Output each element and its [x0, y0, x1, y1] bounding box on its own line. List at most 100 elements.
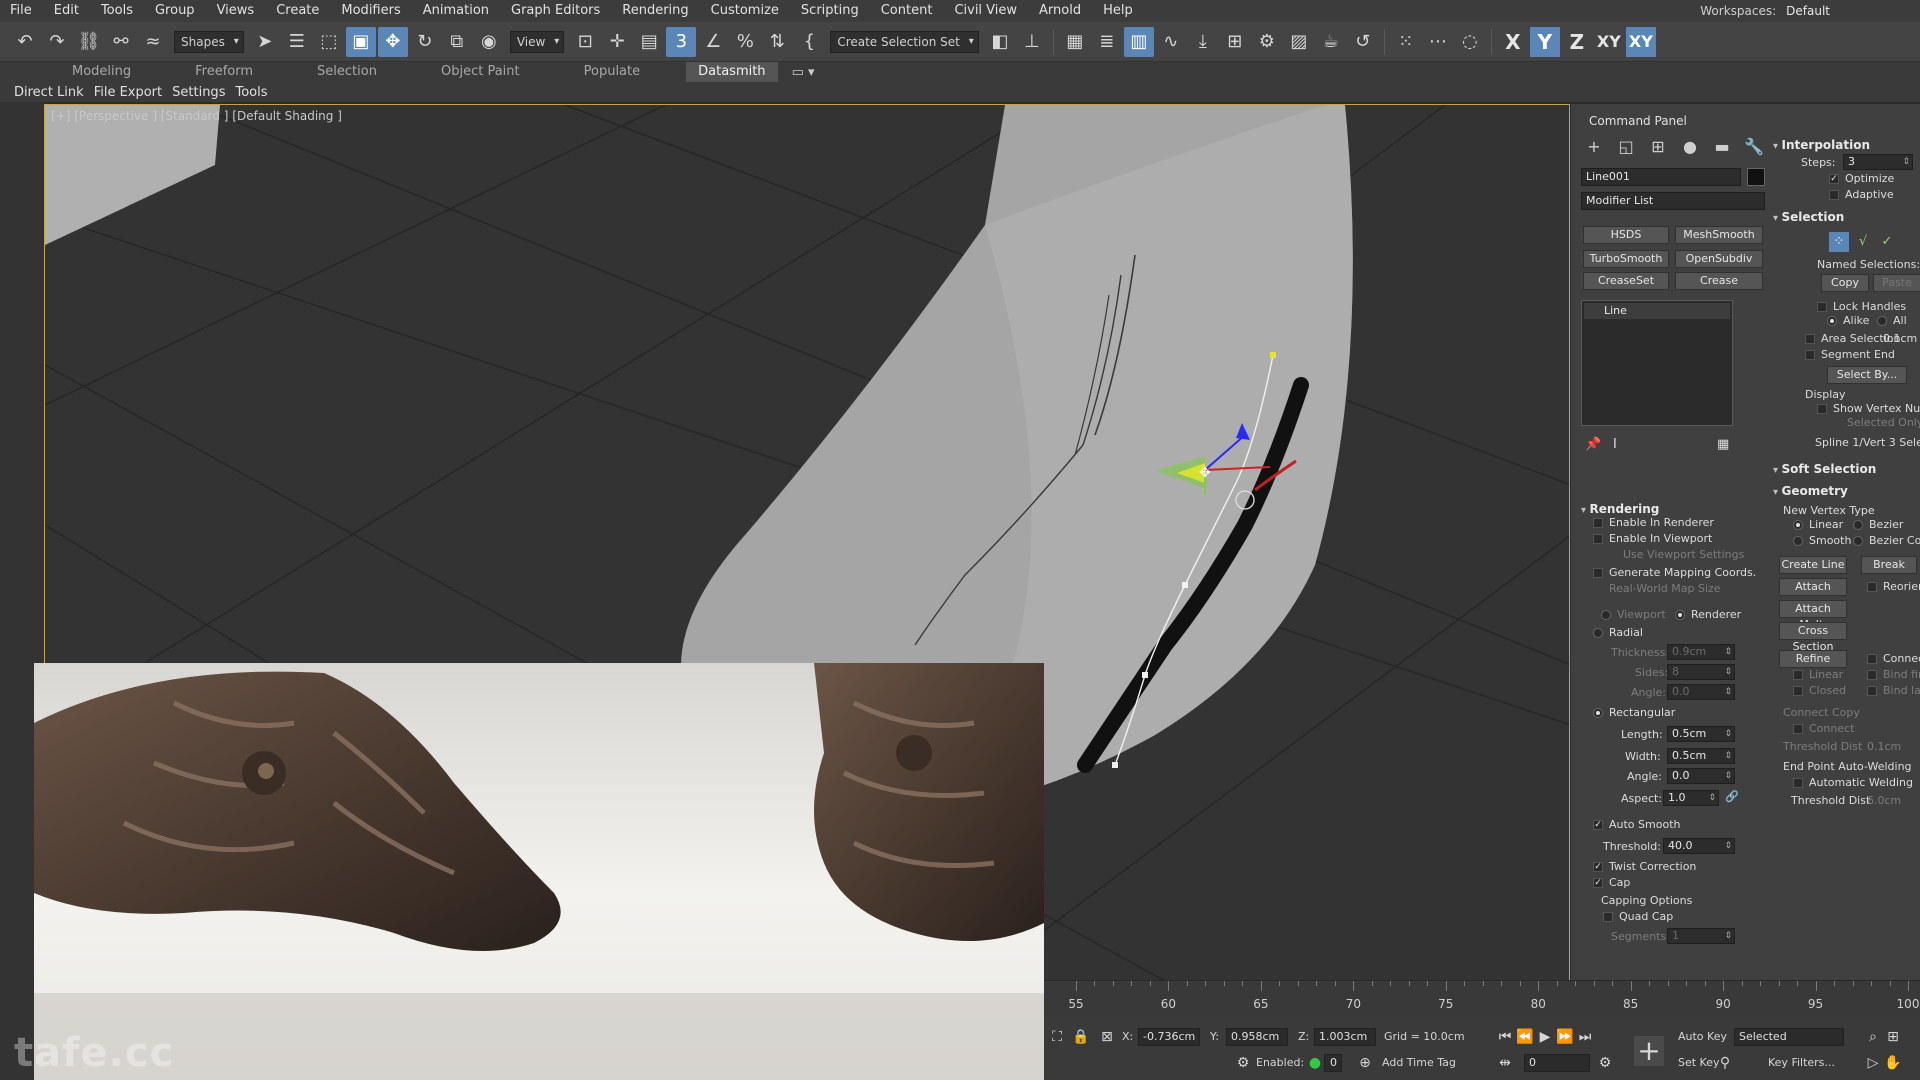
- material-editor-icon[interactable]: ⊞: [1220, 27, 1250, 57]
- display-tab-icon[interactable]: ▬: [1711, 136, 1733, 158]
- segment-mode-icon[interactable]: √: [1853, 232, 1873, 252]
- undo-icon[interactable]: ↶: [10, 27, 40, 57]
- spacing-tool-icon[interactable]: ⋯: [1423, 27, 1453, 57]
- modifier-list-dropdown[interactable]: Modifier List: [1581, 192, 1765, 210]
- keyboard-shortcut-icon[interactable]: ▤: [634, 27, 664, 57]
- smooth-radio[interactable]: [1793, 536, 1803, 546]
- zoom-all-icon[interactable]: ⊞: [1884, 1028, 1902, 1046]
- quad-cap-checkbox[interactable]: [1603, 912, 1613, 922]
- menu-help[interactable]: Help: [1093, 0, 1145, 22]
- break-button[interactable]: Break: [1861, 556, 1917, 574]
- turbosmooth-button[interactable]: TurboSmooth: [1583, 250, 1669, 268]
- z-coordinate-field[interactable]: 1.003cm: [1314, 1028, 1376, 1046]
- create-tab-icon[interactable]: +: [1583, 136, 1605, 158]
- set-key-button[interactable]: Set Key: [1678, 1054, 1720, 1072]
- paste-button[interactable]: Paste: [1873, 274, 1920, 292]
- pan-icon[interactable]: ✋: [1884, 1054, 1902, 1072]
- selection-filter-dropdown[interactable]: Shapes: [174, 30, 244, 53]
- previous-frame-icon[interactable]: ⏪: [1516, 1028, 1534, 1046]
- axis-y-button[interactable]: Y: [1529, 26, 1560, 57]
- menu-animation[interactable]: Animation: [413, 0, 501, 22]
- key-mode-icon[interactable]: ⇹: [1496, 1054, 1514, 1072]
- scene-explorer-icon[interactable]: ▦: [1060, 27, 1090, 57]
- subbar-file-export[interactable]: File Export: [94, 85, 162, 100]
- zoom-icon[interactable]: ⌕: [1864, 1028, 1882, 1046]
- steps-spinner[interactable]: 3: [1843, 154, 1913, 170]
- curve-editor-icon[interactable]: ∿: [1156, 27, 1186, 57]
- rendered-frame-icon[interactable]: ▨: [1284, 27, 1314, 57]
- ribbon-tab-populate[interactable]: Populate: [552, 62, 673, 82]
- adaptive-checkbox[interactable]: [1829, 190, 1839, 200]
- workspaces-value[interactable]: Default: [1786, 0, 1830, 22]
- axis-z-button[interactable]: Z: [1562, 27, 1592, 57]
- threshold-spinner[interactable]: 40.0: [1663, 838, 1735, 854]
- auto-key-button[interactable]: Auto Key: [1678, 1028, 1727, 1046]
- bezier-radio[interactable]: [1853, 520, 1863, 530]
- select-place-icon[interactable]: ◉: [474, 27, 504, 57]
- segment-end-checkbox[interactable]: [1805, 350, 1815, 360]
- selection-lock-icon[interactable]: 🔒: [1072, 1028, 1090, 1046]
- menu-scripting[interactable]: Scripting: [791, 0, 871, 22]
- area-selection-checkbox[interactable]: [1805, 334, 1815, 344]
- object-name-field[interactable]: Line001: [1581, 168, 1741, 186]
- menu-tools[interactable]: Tools: [91, 0, 145, 22]
- generate-mapping-checkbox[interactable]: [1593, 568, 1603, 578]
- width-spinner[interactable]: 0.5cm: [1667, 748, 1735, 764]
- axis-xy-cycle-button[interactable]: XY: [1625, 26, 1656, 57]
- menu-modifiers[interactable]: Modifiers: [331, 0, 412, 22]
- absolute-mode-icon[interactable]: ⊠: [1098, 1028, 1116, 1046]
- array-icon[interactable]: ⁙: [1391, 27, 1421, 57]
- viewport-radio[interactable]: [1601, 610, 1611, 620]
- create-line-button[interactable]: Create Line: [1779, 556, 1847, 574]
- closed-checkbox[interactable]: [1793, 686, 1803, 696]
- viewport-label[interactable]: [+] [Perspective ] [Standard ] [Default …: [51, 109, 342, 123]
- hsds-button[interactable]: HSDS: [1583, 226, 1669, 244]
- geometry-rollout-header[interactable]: Geometry: [1773, 484, 1848, 500]
- timeline-track[interactable]: 55 60 65 70 75 80 85 90 95 100: [1044, 980, 1920, 1016]
- linear-radio[interactable]: [1793, 520, 1803, 530]
- spline-mode-icon[interactable]: ✓: [1877, 232, 1897, 252]
- renderer-radio[interactable]: [1675, 610, 1685, 620]
- modifier-stack[interactable]: Line: [1581, 300, 1733, 426]
- ribbon-tab-selection[interactable]: Selection: [285, 62, 409, 82]
- hierarchy-tab-icon[interactable]: ⊞: [1647, 136, 1669, 158]
- opensubdiv-button[interactable]: OpenSubdiv: [1675, 250, 1763, 268]
- length-spinner[interactable]: 0.5cm: [1667, 726, 1735, 742]
- menu-graph-editors[interactable]: Graph Editors: [501, 0, 612, 22]
- select-by-button[interactable]: Select By...: [1827, 366, 1907, 384]
- render-production-icon[interactable]: ☕: [1316, 27, 1346, 57]
- snapshot-icon[interactable]: ◌: [1455, 27, 1485, 57]
- meshsmooth-button[interactable]: MeshSmooth: [1675, 226, 1763, 244]
- menu-views[interactable]: Views: [207, 0, 267, 22]
- ribbon-tab-freeform[interactable]: Freeform: [163, 62, 285, 82]
- alike-radio[interactable]: [1827, 316, 1837, 326]
- interpolation-rollout-header[interactable]: Interpolation: [1773, 138, 1870, 154]
- time-config-icon[interactable]: ⚙: [1596, 1054, 1614, 1072]
- ribbon-options-icon[interactable]: ▭ ▾: [792, 65, 815, 80]
- unlink-icon[interactable]: ⚯: [106, 27, 136, 57]
- key-filters-button[interactable]: Key Filters...: [1768, 1054, 1835, 1072]
- aspect-lock-icon[interactable]: 🔗: [1725, 790, 1739, 804]
- menu-civil-view[interactable]: Civil View: [944, 0, 1029, 22]
- menu-customize[interactable]: Customize: [701, 0, 791, 22]
- threshold-dist-value[interactable]: 0.1cm: [1867, 740, 1901, 754]
- twist-correction-checkbox[interactable]: ✓: [1593, 862, 1603, 872]
- connect-checkbox[interactable]: [1867, 654, 1877, 664]
- enable-in-renderer-checkbox[interactable]: [1593, 518, 1603, 528]
- time-tag-icon[interactable]: ⊕: [1356, 1054, 1374, 1072]
- add-time-tag[interactable]: Add Time Tag: [1382, 1054, 1456, 1072]
- menu-rendering[interactable]: Rendering: [612, 0, 700, 22]
- all-radio[interactable]: [1877, 316, 1887, 326]
- menu-content[interactable]: Content: [871, 0, 945, 22]
- radial-radio[interactable]: [1593, 628, 1603, 638]
- play-icon[interactable]: ▶: [1536, 1028, 1554, 1046]
- area-selection-value[interactable]: 0.1cm: [1883, 332, 1917, 346]
- utilities-tab-icon[interactable]: 🔧: [1743, 136, 1765, 158]
- subbar-direct-link[interactable]: Direct Link: [14, 85, 84, 100]
- isolate-selection-icon[interactable]: ⛶: [1048, 1028, 1066, 1046]
- link-icon[interactable]: ⛓: [74, 27, 104, 57]
- soft-selection-rollout-header[interactable]: Soft Selection: [1773, 462, 1877, 478]
- enabled-value-field[interactable]: 0: [1324, 1054, 1342, 1072]
- ribbon-tab-datasmith[interactable]: Datasmith: [686, 62, 778, 82]
- copy-button[interactable]: Copy: [1821, 274, 1869, 292]
